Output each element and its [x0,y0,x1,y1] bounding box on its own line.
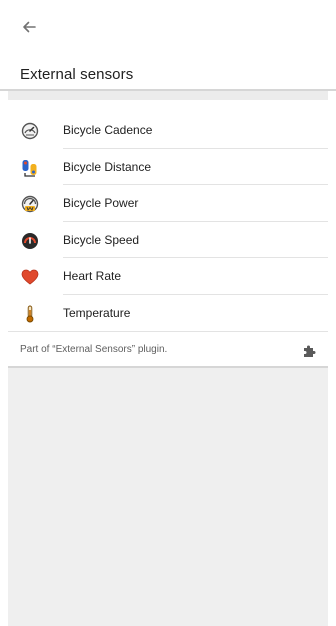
sensor-label: Bicycle Power [63,196,139,211]
speedometer-icon [20,231,40,251]
sensor-label: Heart Rate [63,269,122,284]
plugin-button[interactable] [298,340,320,362]
sensor-item-bicycle-cadence[interactable]: Bicycle Cadence [0,112,336,149]
sensor-item-heart-rate[interactable]: Heart Rate [0,258,336,295]
section-gap [8,91,328,100]
toolbar [0,0,336,52]
sensor-label: Temperature [63,305,131,320]
sensor-label: Bicycle Distance [63,159,152,174]
sensor-list: Bicycle Cadence Bicycle Distance Bicycle… [0,112,336,331]
back-button[interactable] [14,14,44,40]
empty-area [8,368,328,626]
sensor-item-bicycle-power[interactable]: Bicycle Power [0,185,336,222]
footer-divider [8,331,328,332]
sensor-label: Bicycle Cadence [63,123,153,138]
external-sensors-screen: External sensors Bicycle Cadence Bicycle… [0,0,336,626]
power-gauge-icon [20,194,40,214]
arrow-back-icon [23,21,36,33]
heart-icon [20,267,40,287]
plugin-note: Part of “External Sensors” plugin. [20,344,168,355]
puzzle-piece-icon [304,345,316,357]
sensor-item-temperature[interactable]: Temperature [0,295,336,332]
cadence-gauge-icon [20,121,40,141]
sensor-item-bicycle-speed[interactable]: Bicycle Speed [0,222,336,258]
page-title: External sensors [20,66,134,83]
sensor-item-bicycle-distance[interactable]: Bicycle Distance [0,149,336,185]
thermometer-icon [20,304,40,324]
sensor-label: Bicycle Speed [63,232,140,247]
distance-icon [20,158,40,178]
